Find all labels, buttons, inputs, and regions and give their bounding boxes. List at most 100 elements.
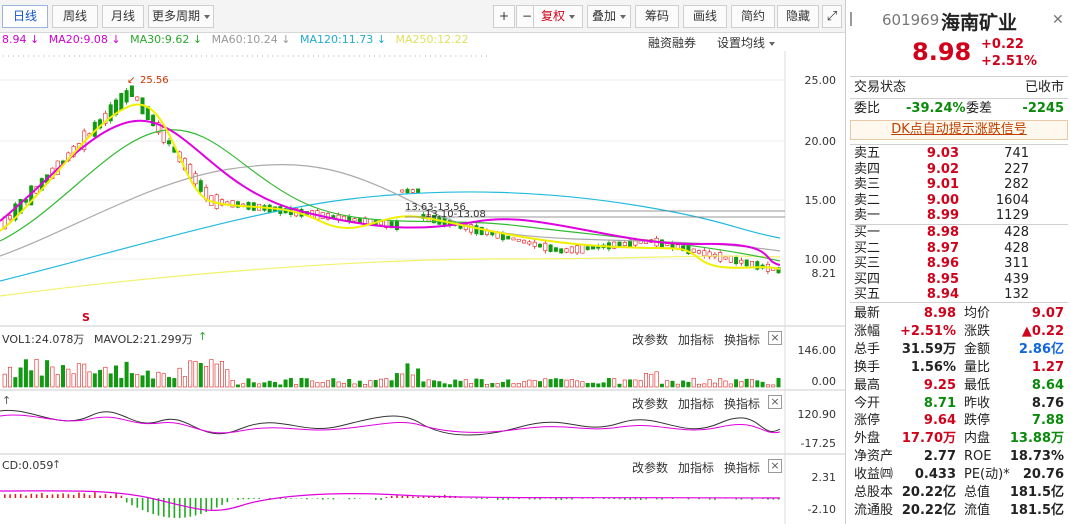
cd-bar	[94, 492, 96, 498]
ma250-line	[0, 255, 781, 297]
close-icon[interactable]: ✕	[1052, 12, 1064, 28]
buy-row[interactable]: 买三 8.96 311	[854, 256, 1064, 272]
close-icon[interactable]: ×	[768, 459, 782, 473]
volume-panel-header: VOL1:24.078万 MAVOL2:21.299万 ↑ 改参数 加指标 换指…	[0, 329, 785, 347]
volume-bar	[718, 378, 723, 388]
cd-bar	[226, 498, 229, 503]
stat-label: 均价	[964, 306, 991, 321]
edit-params-button[interactable]: 改参数	[632, 395, 668, 412]
volume-bar	[108, 373, 113, 388]
volume-bar	[649, 373, 654, 388]
close-icon[interactable]: ×	[768, 331, 782, 345]
sell-row[interactable]: 卖五 9.03 741	[854, 146, 1064, 162]
svg-text:· · · · · · · · · · · · · · ·: · · · · · · · · · · · · · · · · · · · · …	[2, 52, 488, 61]
volume-bar	[744, 378, 749, 388]
draw-line-button[interactable]: 画线	[683, 5, 727, 28]
buy-price: 8.96	[926, 256, 959, 272]
volume-bar	[188, 360, 193, 388]
cd-bar	[67, 494, 70, 498]
volume-bar	[29, 370, 34, 388]
buy-row[interactable]: 买四 8.95 439	[854, 272, 1064, 288]
volume-bar	[522, 381, 527, 388]
edit-params-button[interactable]: 改参数	[632, 459, 668, 476]
volume-bar	[665, 380, 670, 388]
tab-more-periods[interactable]: 更多周期	[148, 5, 214, 28]
volume-bar	[484, 384, 489, 388]
zoom-in-button[interactable]: +	[493, 5, 515, 28]
price-change-pct: +2.51%	[981, 54, 1037, 69]
cd-bar	[46, 495, 48, 498]
buy-row[interactable]: 买五 8.94 132	[854, 287, 1064, 303]
cd-bar	[216, 498, 218, 508]
sell-row[interactable]: 卖二 9.00 1604	[854, 193, 1064, 209]
buy-row[interactable]: 买二 8.97 428	[854, 241, 1064, 257]
tab-weekly[interactable]: 周线	[52, 5, 98, 28]
stat-value: 18.73%	[1009, 449, 1064, 465]
candle-body	[8, 215, 13, 220]
sell-row[interactable]: 卖三 9.01 282	[854, 177, 1064, 193]
volume-bar	[447, 384, 452, 388]
ma-value-1: 8.94 ↓	[2, 33, 40, 46]
buy-row[interactable]: 买一 8.98 428	[854, 225, 1064, 241]
volume-bar	[60, 365, 65, 388]
switch-indicator-button[interactable]: 换指标	[724, 331, 760, 348]
tab-daily[interactable]: 日线	[2, 5, 48, 28]
sell-row[interactable]: 卖四 9.02 227	[854, 162, 1064, 178]
sell-price: 9.03	[926, 146, 959, 161]
cd-bar	[353, 498, 356, 499]
kline-chart[interactable]: · · · · · · · · · · · · · · · · · · · · …	[0, 51, 845, 524]
buy-price: 8.97	[926, 240, 959, 256]
volume-bar	[161, 373, 166, 388]
volume-bar	[246, 378, 251, 388]
volume-bar	[712, 382, 717, 388]
add-indicator-button[interactable]: 加指标	[678, 395, 714, 412]
set-ma-button[interactable]: 设置均线	[717, 34, 776, 51]
last-price: 8.98	[912, 38, 972, 66]
hide-button[interactable]: 隐藏	[777, 5, 819, 28]
switch-indicator-button[interactable]: 换指标	[724, 459, 760, 476]
candle-body	[193, 173, 198, 185]
sell-price: 9.01	[926, 177, 959, 193]
margin-trading-button[interactable]: 融资融券	[648, 34, 696, 51]
candle-body	[522, 239, 527, 244]
chips-button[interactable]: 筹码	[635, 5, 679, 28]
volume-bar	[628, 379, 633, 388]
volume-bar	[129, 373, 134, 388]
stat-value: 2.86亿	[1018, 341, 1064, 357]
buy-level-label: 买二	[854, 240, 881, 256]
switch-indicator-button[interactable]: 换指标	[724, 395, 760, 412]
volume-bar	[98, 369, 103, 388]
cd-bar	[539, 498, 541, 500]
cd-bar	[141, 498, 144, 511]
chart-toolbar: 日线 周线 月线 更多周期 + − 复权 叠加 筹码 画线 简约 隐藏 ⤢	[0, 0, 845, 33]
close-icon[interactable]: ×	[768, 395, 782, 409]
volume-bar	[416, 368, 421, 388]
candle-body	[537, 243, 542, 248]
overlay-button[interactable]: 叠加	[587, 5, 631, 28]
collapse-handle[interactable]	[850, 12, 858, 26]
buy-volume: 311	[1004, 256, 1029, 272]
candle-body	[119, 93, 124, 111]
expand-icon[interactable]: ⤢	[822, 5, 842, 28]
volume-bar	[569, 379, 574, 388]
cd-bar	[237, 498, 239, 500]
adjust-button[interactable]: 复权	[533, 5, 583, 28]
volume-bar	[2, 373, 7, 388]
add-indicator-button[interactable]: 加指标	[678, 331, 714, 348]
dk-signal-link[interactable]: DK点自动提示涨跌信号	[850, 120, 1068, 140]
volume-bar	[39, 375, 44, 388]
sell-row[interactable]: 卖一 8.99 1129	[854, 208, 1064, 224]
vol-axis-label: 146.00	[797, 344, 837, 357]
candle-body	[548, 244, 553, 252]
cd-bar	[57, 494, 59, 498]
volume-bar	[378, 378, 383, 388]
simple-button[interactable]: 简约	[731, 5, 775, 28]
candle-body	[410, 189, 415, 193]
stat-row: 涨幅 +2.51% 涨跌 ▲0.22	[854, 324, 1064, 340]
cd-bar	[417, 496, 419, 498]
tab-monthly[interactable]: 月线	[102, 5, 144, 28]
cd-bar	[322, 498, 324, 500]
edit-params-button[interactable]: 改参数	[632, 331, 668, 348]
candle-body	[559, 248, 564, 254]
add-indicator-button[interactable]: 加指标	[678, 459, 714, 476]
